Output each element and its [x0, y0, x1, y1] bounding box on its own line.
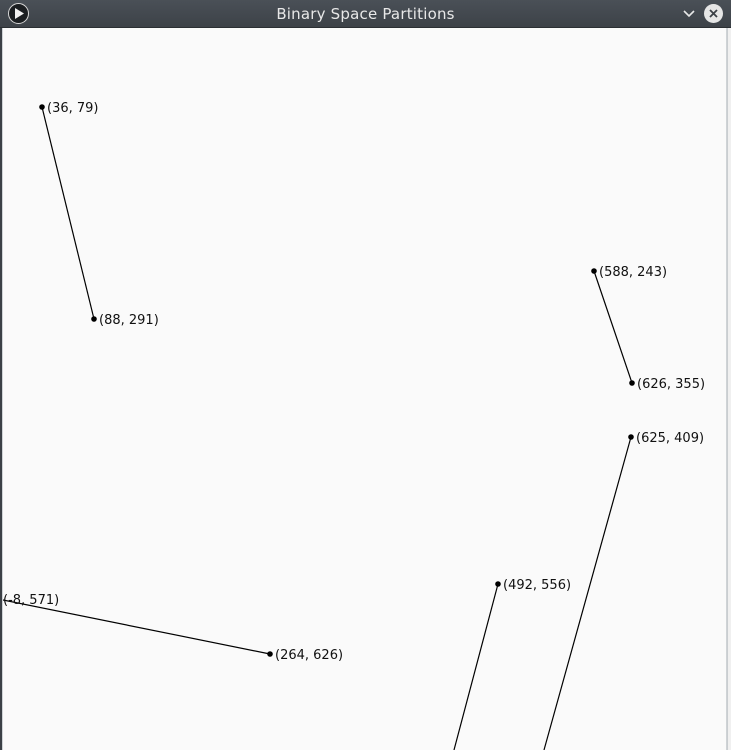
window-titlebar[interactable]: Binary Space Partitions	[0, 0, 731, 28]
segment-line	[593, 270, 633, 384]
drawing-canvas[interactable]: (36, 79) (88, 291) (588, 243) (626, 355)…	[2, 28, 727, 750]
segment-2[interactable]: (588, 243) (626, 355)	[591, 265, 705, 392]
endpoint-marker[interactable]	[91, 316, 97, 322]
endpoint-marker[interactable]	[495, 581, 501, 587]
point-label: (-8, 571)	[3, 593, 59, 608]
window-title: Binary Space Partitions	[276, 5, 455, 23]
endpoint-marker[interactable]	[628, 434, 634, 440]
point-label: (626, 355)	[637, 377, 705, 392]
segment-1[interactable]: (36, 79) (88, 291)	[39, 101, 159, 328]
chevron-down-icon[interactable]	[680, 5, 698, 23]
partition-board: (36, 79) (88, 291) (588, 243) (626, 355)…	[3, 101, 705, 750]
point-label: (492, 556)	[503, 578, 571, 593]
endpoint-marker[interactable]	[591, 268, 597, 274]
segment-4[interactable]: (492, 556)	[453, 578, 571, 750]
point-label: (625, 409)	[636, 431, 704, 446]
segment-5[interactable]: (-8, 571) (264, 626)	[3, 593, 343, 663]
window-right-edge	[727, 28, 731, 750]
point-label: (36, 79)	[47, 101, 99, 116]
endpoint-marker[interactable]	[39, 104, 45, 110]
point-label: (88, 291)	[99, 313, 159, 328]
point-label: (588, 243)	[599, 265, 667, 280]
point-label: (264, 626)	[275, 648, 343, 663]
endpoint-marker[interactable]	[267, 651, 273, 657]
segment-line	[453, 583, 499, 750]
endpoint-marker[interactable]	[629, 380, 635, 386]
segment-line	[41, 106, 95, 320]
segment-line	[543, 436, 632, 750]
close-icon[interactable]	[704, 4, 723, 23]
